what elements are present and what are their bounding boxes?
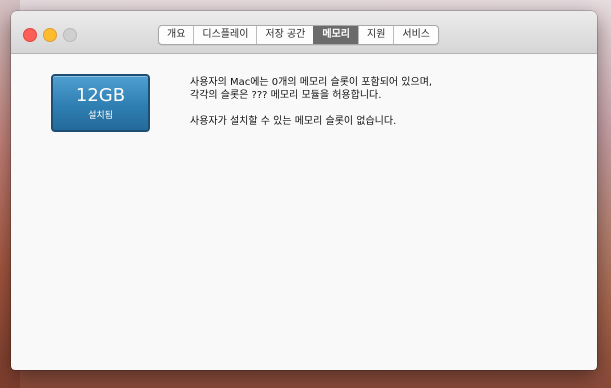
memory-size: 12GB — [75, 85, 126, 106]
tab-overview[interactable]: 개요 — [159, 26, 193, 44]
tab-storage[interactable]: 저장 공간 — [256, 26, 313, 44]
tab-bar: 개요 디스플레이 저장 공간 메모리 지원 서비스 — [158, 25, 440, 45]
title-bar: 개요 디스플레이 저장 공간 메모리 지원 서비스 — [11, 11, 597, 54]
tab-memory[interactable]: 메모리 — [313, 26, 358, 44]
close-button[interactable] — [23, 28, 37, 42]
tab-service[interactable]: 서비스 — [393, 26, 438, 44]
minimize-button[interactable] — [43, 28, 57, 42]
installed-label: 설치됨 — [88, 111, 113, 121]
tab-displays[interactable]: 디스플레이 — [193, 26, 256, 44]
memory-installed-badge: 12GB 설치됨 — [51, 74, 150, 132]
about-this-mac-window: 개요 디스플레이 저장 공간 메모리 지원 서비스 12GB 설치됨 사용자의 … — [11, 11, 597, 370]
tab-support[interactable]: 지원 — [358, 26, 393, 44]
memory-slot-description-line-1: 사용자의 Mac에는 0개의 메모리 슬롯이 포함되어 있으며, — [190, 77, 433, 88]
zoom-button — [63, 28, 77, 42]
memory-upgrade-note: 사용자가 설치할 수 있는 메모리 슬롯이 없습니다. — [190, 116, 397, 127]
memory-slot-description-line-2: 각각의 슬롯은 ??? 메모리 모듈을 허용합니다. — [190, 90, 382, 101]
